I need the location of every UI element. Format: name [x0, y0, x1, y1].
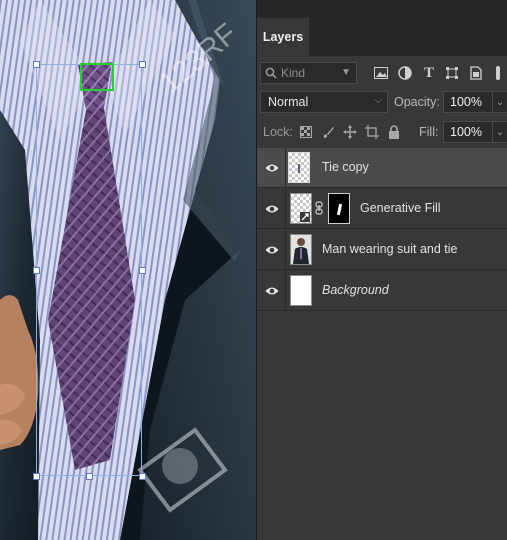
image-filter-icon[interactable]	[373, 65, 389, 81]
chain-link-icon[interactable]	[315, 201, 323, 215]
transform-bounding-box[interactable]	[36, 64, 142, 476]
layer-thumbnail	[290, 275, 312, 306]
lock-artboard-icon[interactable]	[364, 124, 380, 140]
layer-thumbnail	[288, 152, 310, 183]
lock-image-pixels-icon[interactable]	[320, 124, 336, 140]
layer-filter-row: Kind ▼ T	[257, 60, 507, 84]
transform-handle-middle-left[interactable]	[33, 267, 40, 274]
document-canvas[interactable]: 123RF	[0, 0, 256, 540]
lock-all-icon[interactable]	[386, 124, 402, 140]
transform-handle-top-right[interactable]	[139, 61, 146, 68]
layer-name[interactable]: Tie copy	[322, 160, 369, 174]
layer-name[interactable]: Background	[322, 283, 389, 297]
selection-rectangle[interactable]	[80, 63, 114, 91]
transform-handle-bottom-right[interactable]	[139, 473, 146, 480]
layer-mask-thumbnail[interactable]	[328, 193, 350, 224]
divider	[285, 148, 286, 188]
blend-opacity-row: Normal ⌵ Opacity: 100% ⌄	[257, 90, 507, 114]
layer-thumbnail	[290, 193, 312, 224]
fill-dropdown-button[interactable]: ⌄	[492, 121, 507, 143]
type-filter-icon[interactable]: T	[421, 65, 437, 81]
generative-fill-badge-icon	[300, 212, 310, 222]
layers-panel-body: Kind ▼ T Normal ⌵ Opacity: 100% ⌄ Lock: …	[257, 56, 507, 540]
filter-kind-select[interactable]: Kind ▼	[260, 62, 357, 84]
transform-handle-bottom-center[interactable]	[86, 473, 93, 480]
divider	[285, 189, 286, 229]
visibility-eye-icon[interactable]	[265, 243, 279, 257]
divider	[285, 230, 286, 270]
transform-handle-middle-right[interactable]	[139, 267, 146, 274]
tab-layers[interactable]: Layers	[257, 18, 309, 56]
filter-kind-label: Kind	[281, 66, 306, 80]
layer-name[interactable]: Generative Fill	[360, 201, 441, 215]
fill-input[interactable]: 100%	[443, 121, 493, 143]
chevron-down-icon: ▼	[341, 67, 351, 78]
smart-object-filter-icon[interactable]	[468, 65, 484, 81]
transform-handle-bottom-left[interactable]	[33, 473, 40, 480]
adjustment-filter-icon[interactable]	[397, 65, 413, 81]
transform-handle-top-left[interactable]	[33, 61, 40, 68]
shape-filter-icon[interactable]	[444, 65, 460, 81]
layer-name[interactable]: Man wearing suit and tie	[322, 242, 458, 256]
opacity-dropdown-button[interactable]: ⌄	[492, 91, 507, 113]
visibility-eye-icon[interactable]	[265, 284, 279, 298]
opacity-label[interactable]: Opacity:	[394, 95, 440, 109]
lock-position-icon[interactable]	[342, 124, 358, 140]
layer-row-background[interactable]: Background	[257, 271, 507, 311]
search-icon	[265, 67, 277, 79]
lock-label: Lock:	[263, 125, 293, 139]
chevron-down-icon: ⌵	[374, 95, 382, 106]
visibility-eye-icon[interactable]	[265, 161, 279, 175]
filter-toggle-icon[interactable]	[490, 65, 506, 81]
lock-transparent-pixels-icon[interactable]	[298, 124, 314, 140]
lock-fill-row: Lock: Fill: 100% ⌄	[257, 120, 507, 144]
opacity-input[interactable]: 100%	[443, 91, 493, 113]
layer-row-man-wearing-suit[interactable]: Man wearing suit and tie	[257, 230, 507, 270]
layer-thumbnail	[290, 234, 312, 265]
divider	[285, 271, 286, 311]
layer-row-generative-fill[interactable]: Generative Fill	[257, 189, 507, 229]
layers-panel: Layers Kind ▼ T Normal ⌵ Opacity: 100% ⌄…	[256, 0, 507, 540]
blend-mode-value: Normal	[268, 95, 309, 109]
layer-row-tie-copy[interactable]: Tie copy	[257, 148, 507, 188]
panel-tab-bar: Layers	[257, 0, 507, 56]
fill-label[interactable]: Fill:	[419, 125, 438, 139]
blend-mode-select[interactable]: Normal ⌵	[260, 91, 388, 113]
visibility-eye-icon[interactable]	[265, 202, 279, 216]
